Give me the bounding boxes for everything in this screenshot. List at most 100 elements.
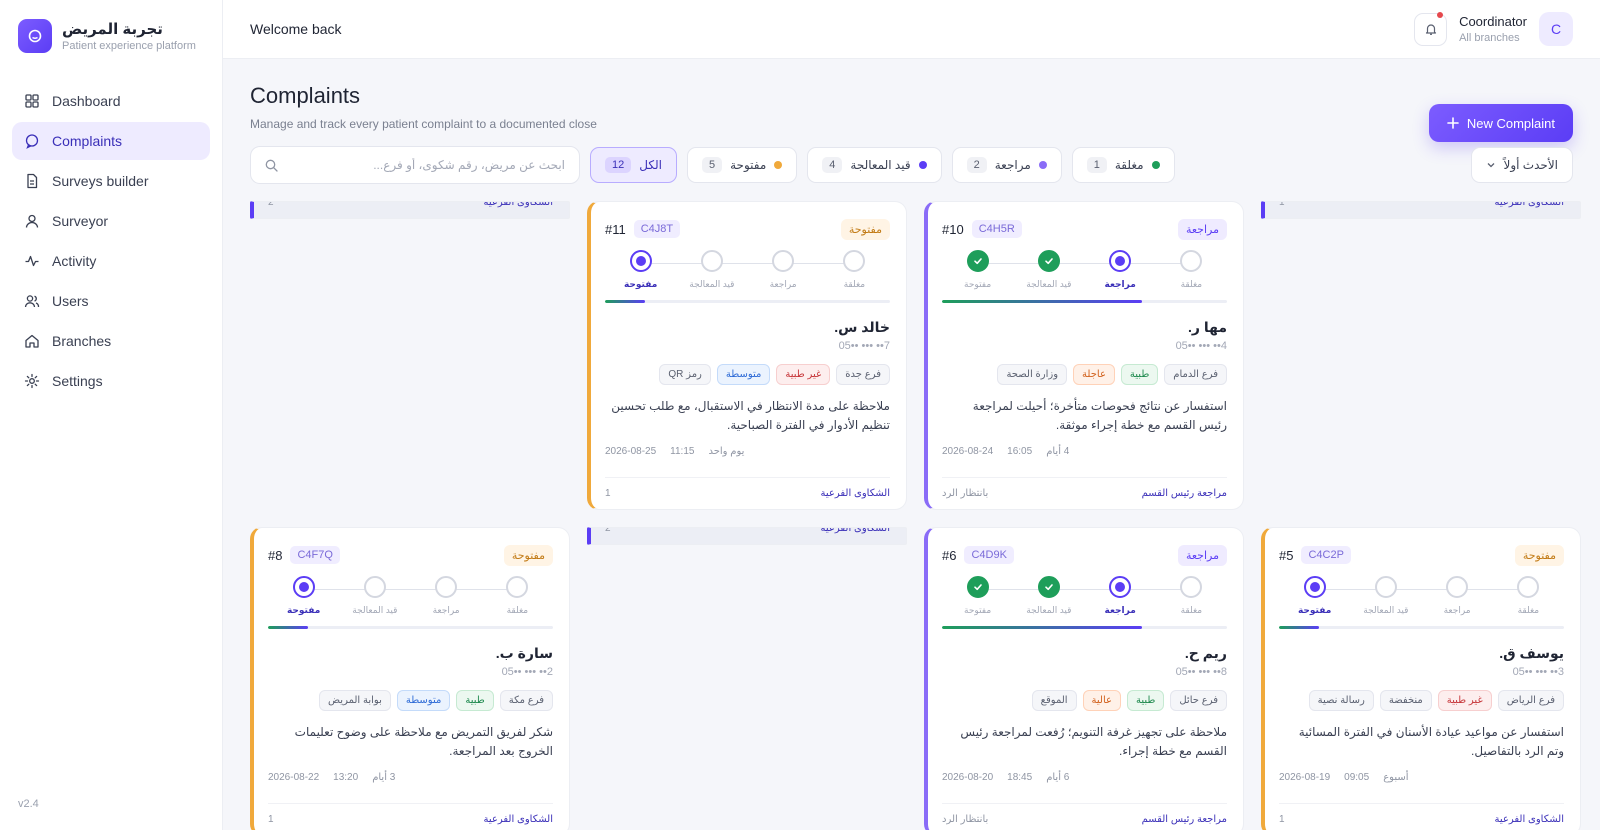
sidebar-item-surveys[interactable]: Surveys builder: [12, 162, 210, 200]
progress-fill: [268, 626, 308, 629]
complaint-card[interactable]: #6 C4D9K مراجعة مفتوحة قيد المعالجة مراجعة مغل…: [924, 527, 1244, 830]
filter-chip[interactable]: مفتوحة 5: [686, 147, 798, 183]
complaint-card[interactable]: #10 C4H5R مراجعة مفتوحة قيد المعالجة مراجعة مغ…: [924, 201, 1244, 510]
tag-list: فرع الدمام طبية عاجلة وزارة الصحة: [942, 364, 1227, 385]
sidebar-item-surveyor[interactable]: Surveyor: [12, 202, 210, 240]
user-scope: All branches: [1459, 32, 1520, 44]
complaint-code: C4C2P: [1301, 546, 1351, 564]
complaint-card[interactable]: #11 C4J8T مفتوحة مفتوحة قيد المعالجة مراجعة مغ…: [587, 201, 907, 510]
avatar[interactable]: C: [1539, 12, 1573, 46]
department-link[interactable]: الشكاوى الفرعية: [821, 488, 891, 499]
new-complaint-button[interactable]: New Complaint: [1428, 104, 1573, 142]
bell-icon: [1425, 24, 1436, 35]
sidebar-item-branches[interactable]: Branches: [12, 322, 210, 360]
sort-label: الأحدث أولاً: [1503, 158, 1559, 172]
complaint-tag: رسالة نصية: [1308, 690, 1374, 711]
progress-fill: [605, 300, 645, 303]
sidebar: تجربة المريض Patient experience platform…: [0, 0, 223, 830]
step-label: مغلقة: [1517, 605, 1540, 615]
patient-phone: 05•• ••• ••3: [1512, 666, 1564, 678]
progress-bar: [942, 626, 1227, 629]
message-icon: [25, 134, 39, 149]
step-label: مراجعة: [1443, 605, 1471, 615]
sidebar-item-label: Activity: [52, 253, 97, 269]
complaint-code: C4J8T: [633, 220, 681, 238]
department-link[interactable]: الشكاوى الفرعية: [484, 814, 554, 825]
department-link[interactable]: مراجعة رئيس القسم: [1142, 814, 1227, 825]
patient-phone: 05•• ••• ••4: [1175, 340, 1227, 352]
filter-chip[interactable]: قيد المعالجة 4: [807, 147, 942, 183]
sort-dropdown[interactable]: الأحدث أولاً: [1470, 147, 1573, 183]
patient-name: ريم ح.: [1184, 645, 1227, 661]
topbar: Welcome back Coordinator All branches C: [223, 0, 1600, 59]
stepper-step: مغلقة: [1493, 576, 1564, 616]
complaint-tag: الموقع: [1031, 690, 1077, 711]
filter-label: قيد المعالجة: [850, 158, 911, 172]
filter-label: الكل: [639, 158, 662, 172]
sidebar-item-settings[interactable]: Settings: [12, 362, 210, 400]
status-stepper: مفتوحة قيد المعالجة مراجعة مغلقة: [605, 250, 890, 300]
step-label: مغلقة: [506, 605, 529, 615]
progress-fill: [942, 626, 1142, 629]
stepper-step: مفتوحة: [942, 576, 1013, 616]
filter-chip[interactable]: مراجعة 2: [951, 147, 1062, 183]
search-box[interactable]: [250, 146, 580, 184]
notification-dot: [1437, 11, 1444, 18]
complaint-card[interactable]: #5 C4C2P مفتوحة مفتوحة قيد المعالجة مراجعة مغل…: [1261, 527, 1581, 830]
complaint-age: 4 أيام: [1046, 446, 1070, 457]
department-link[interactable]: مراجعة رئيس القسم: [1142, 488, 1227, 499]
sub-complaints-count: بانتظار الرد: [942, 814, 989, 825]
search-input[interactable]: [288, 158, 565, 172]
stepper-step: قيد المعالجة: [1013, 576, 1084, 616]
complaint-time: 18:45: [1007, 772, 1033, 783]
step-label: مفتوحة: [964, 605, 992, 615]
complaint-number: #8: [268, 547, 283, 563]
stepper-step: مراجعة: [411, 576, 482, 616]
notifications-button[interactable]: [1414, 11, 1448, 46]
complaint-age: أسبوع: [1383, 772, 1409, 783]
stepper-step: مفتوحة: [942, 250, 1013, 290]
department-link[interactable]: الشكاوى الفرعية: [1495, 202, 1565, 208]
complaint-age: 6 أيام: [1046, 772, 1070, 783]
complaints-grid: #12C4K2Mقيد المعالجةمفتوحةقيد المعالجةمر…: [250, 201, 1581, 830]
sidebar-item-complaints[interactable]: Complaints: [12, 122, 210, 160]
filter-chip[interactable]: مغلقة 1: [1071, 147, 1175, 183]
document-icon: [27, 173, 38, 189]
step-label: قيد المعالجة: [689, 279, 735, 289]
filter-chip[interactable]: الكل 12: [590, 147, 677, 183]
status-badge: مفتوحة: [503, 544, 553, 566]
complaint-tag: فرع جدة: [836, 364, 890, 385]
complaint-card[interactable]: #7C4E3Wقيد المعالجةمفتوحةقيد المعالجةمرا…: [587, 527, 907, 545]
complaint-time: 13:20: [333, 772, 359, 783]
users-icon: [24, 295, 40, 308]
stepper-step: قيد المعالجة: [676, 250, 747, 290]
sidebar-item-users[interactable]: Users: [12, 282, 210, 320]
stepper-step: مغلقة: [819, 250, 890, 290]
tag-list: فرع حائل طبية عالية الموقع: [942, 690, 1227, 711]
complaint-card[interactable]: #8 C4F7Q مفتوحة مفتوحة قيد المعالجة مراجعة مغل…: [250, 527, 570, 830]
sidebar-item-dashboard[interactable]: Dashboard: [12, 82, 210, 120]
sidebar-item-activity[interactable]: Activity: [12, 242, 210, 280]
step-circle: [1180, 250, 1203, 272]
step-label: قيد المعالجة: [1363, 605, 1409, 615]
department-link[interactable]: الشكاوى الفرعية: [821, 528, 891, 534]
stepper-step: مغلقة: [482, 576, 553, 616]
progress-fill: [1279, 626, 1319, 629]
complaint-date: 2026-08-20: [942, 772, 994, 783]
filter-count: 5: [701, 157, 723, 173]
progress-bar: [605, 300, 890, 303]
complaint-age: 3 أيام: [372, 772, 396, 783]
complaint-age: يوم واحد: [708, 446, 745, 457]
department-link[interactable]: الشكاوى الفرعية: [1495, 814, 1565, 825]
complaint-card[interactable]: #12C4K2Mقيد المعالجةمفتوحةقيد المعالجةمر…: [250, 201, 570, 219]
stepper-step: قيد المعالجة: [1013, 250, 1084, 290]
complaint-card[interactable]: #9C4G1Bقيد المعالجةمفتوحةقيد المعالجةمرا…: [1261, 201, 1581, 219]
stepper-step: قيد المعالجة: [1350, 576, 1421, 616]
complaint-date: 2026-08-25: [605, 446, 657, 457]
status-badge: مراجعة: [1177, 544, 1227, 566]
tag-list: فرع جدة غير طبية متوسطة رمز QR: [605, 364, 890, 385]
patient-name: خالد س.: [834, 319, 890, 335]
sidebar-item-label: Dashboard: [52, 93, 121, 109]
department-link[interactable]: الشكاوى الفرعية: [484, 202, 554, 208]
complaint-time: 16:05: [1007, 446, 1033, 457]
